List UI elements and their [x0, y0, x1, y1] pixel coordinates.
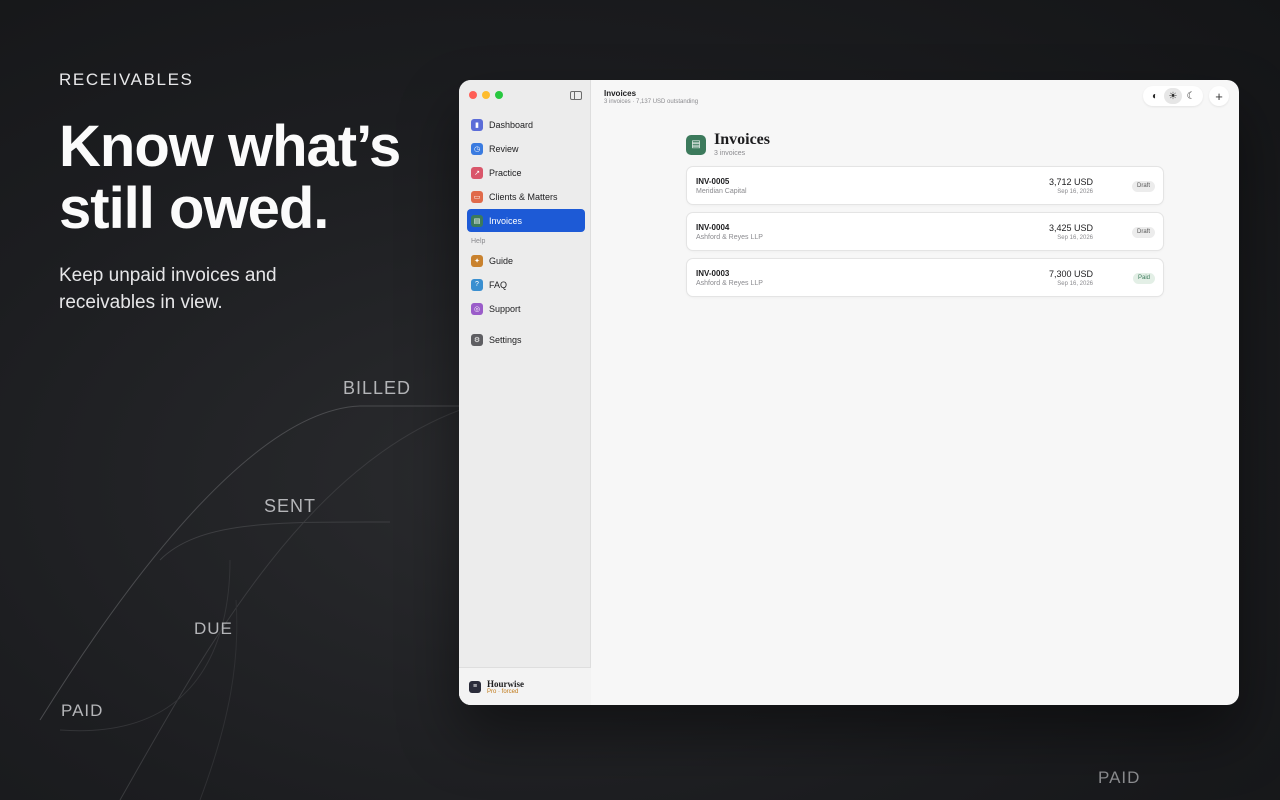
sidebar-item-invoices[interactable]: ▤ Invoices	[467, 209, 585, 232]
sidebar-nav: ▮ Dashboard ◷ Review ↗ Practice ▭ Client…	[467, 113, 585, 352]
question-icon: ?	[471, 278, 483, 291]
sidebar-item-guide[interactable]: ✦ Guide	[467, 249, 585, 272]
folder-icon: ▭	[471, 190, 483, 203]
document-icon: ▤	[471, 214, 483, 227]
app-window: ▮ Dashboard ◷ Review ↗ Practice ▭ Client…	[459, 80, 1239, 705]
stage-label-billed: BILLED	[343, 378, 412, 398]
invoice-client: Ashford & Reyes LLP	[696, 234, 763, 241]
stage-label-sent: SENT	[264, 496, 317, 516]
stage-label-paid-corner: PAID	[1098, 768, 1141, 787]
gear-icon: ⚙	[471, 333, 483, 346]
zoom-window-button[interactable]	[495, 91, 503, 99]
sidebar-item-clients-matters[interactable]: ▭ Clients & Matters	[467, 185, 585, 208]
subhead-line: receivables in view.	[59, 292, 223, 313]
invoice-amount: 3,712 USD	[1048, 177, 1093, 187]
chart-icon: ▮	[471, 118, 483, 131]
invoice-amount: 3,425 USD	[1048, 223, 1093, 233]
eyebrow: RECEIVABLES	[59, 70, 194, 89]
toolbar-title: Invoices	[604, 89, 637, 98]
compass-icon: ✦	[471, 254, 483, 267]
window-controls	[469, 91, 503, 99]
main-content: Invoices 3 invoices · 7,137 USD outstand…	[592, 80, 1239, 705]
brand-name: Hourwise	[487, 678, 524, 689]
subhead-line: Keep unpaid invoices and	[59, 265, 277, 286]
page-title: Invoices	[714, 131, 770, 148]
sidebar-section-help: Help	[471, 238, 486, 245]
sidebar-item-label: Dashboard	[489, 119, 534, 130]
toolbar-subtitle: 3 invoices · 7,137 USD outstanding	[604, 99, 699, 105]
sidebar-item-label: FAQ	[489, 279, 508, 290]
stage-label-due: DUE	[194, 619, 233, 638]
marketing-copy: RECEIVABLES Know what’s still owed. Keep…	[59, 70, 439, 316]
invoice-date: Sep 16, 2026	[1057, 281, 1093, 287]
app-logo-icon: ≡	[469, 680, 481, 693]
sidebar-item-practice[interactable]: ↗ Practice	[467, 161, 585, 184]
invoice-id: INV-0005	[696, 177, 730, 186]
brand-text: Hourwise Pro · forced	[487, 679, 524, 695]
sidebar-item-label: Review	[489, 143, 519, 154]
trend-icon: ↗	[471, 166, 483, 179]
stage-label-paid: PAID	[61, 701, 104, 720]
sidebar-item-label: Clients & Matters	[489, 191, 558, 202]
lifebuoy-icon: ◎	[471, 302, 483, 315]
invoice-list: INV-0005 Meridian Capital 3,712 USD Sep …	[686, 166, 1164, 304]
page-count: 3 invoices	[714, 150, 746, 157]
invoice-row[interactable]: INV-0003 Ashford & Reyes LLP 7,300 USD S…	[686, 258, 1164, 297]
light-theme-icon[interactable]: ☀	[1164, 88, 1182, 104]
headline-line: still owed.	[59, 176, 329, 241]
invoice-client: Ashford & Reyes LLP	[696, 280, 763, 287]
headline: Know what’s still owed.	[59, 116, 439, 240]
sidebar-item-review[interactable]: ◷ Review	[467, 137, 585, 160]
sidebar-item-label: Practice	[489, 167, 522, 178]
invoice-date: Sep 16, 2026	[1057, 189, 1093, 195]
document-icon: ▤	[686, 134, 706, 155]
account-footer[interactable]: ≡ Hourwise Pro · forced	[459, 667, 591, 705]
invoice-row[interactable]: INV-0005 Meridian Capital 3,712 USD Sep …	[686, 166, 1164, 205]
invoice-id: INV-0004	[696, 223, 730, 232]
sidebar-item-dashboard[interactable]: ▮ Dashboard	[467, 113, 585, 136]
sidebar-item-faq[interactable]: ? FAQ	[467, 273, 585, 296]
add-invoice-button[interactable]: +	[1209, 86, 1229, 106]
sidebar-item-label: Invoices	[489, 215, 523, 226]
close-window-button[interactable]	[469, 91, 477, 99]
page-header: ▤ Invoices 3 invoices	[686, 132, 770, 157]
subhead: Keep unpaid invoices and receivables in …	[59, 262, 439, 316]
sidebar-item-label: Guide	[489, 255, 514, 266]
invoice-row[interactable]: INV-0004 Ashford & Reyes LLP 3,425 USD S…	[686, 212, 1164, 251]
brand-plan: Pro · forced	[487, 688, 519, 695]
sidebar-toggle-icon[interactable]	[570, 91, 582, 100]
sidebar-item-label: Support	[489, 303, 521, 314]
invoice-date: Sep 16, 2026	[1057, 235, 1093, 241]
sidebar-item-settings[interactable]: ⚙ Settings	[467, 328, 585, 351]
clock-icon: ◷	[471, 142, 483, 155]
sidebar: ▮ Dashboard ◷ Review ↗ Practice ▭ Client…	[459, 80, 591, 705]
status-badge: Paid	[1132, 273, 1155, 284]
theme-switcher: ◐ ☀ ☾	[1143, 86, 1203, 106]
invoice-amount: 7,300 USD	[1048, 269, 1093, 279]
invoice-id: INV-0003	[696, 269, 730, 278]
sidebar-item-label: Settings	[489, 334, 522, 345]
invoice-client: Meridian Capital	[696, 188, 747, 195]
status-badge: Draft	[1131, 227, 1155, 238]
sidebar-item-support[interactable]: ◎ Support	[467, 297, 585, 320]
status-badge: Draft	[1131, 181, 1155, 192]
headline-line: Know what’s	[59, 114, 401, 179]
auto-theme-icon[interactable]: ◐	[1146, 88, 1164, 104]
dark-theme-icon[interactable]: ☾	[1182, 88, 1200, 104]
minimize-window-button[interactable]	[482, 91, 490, 99]
